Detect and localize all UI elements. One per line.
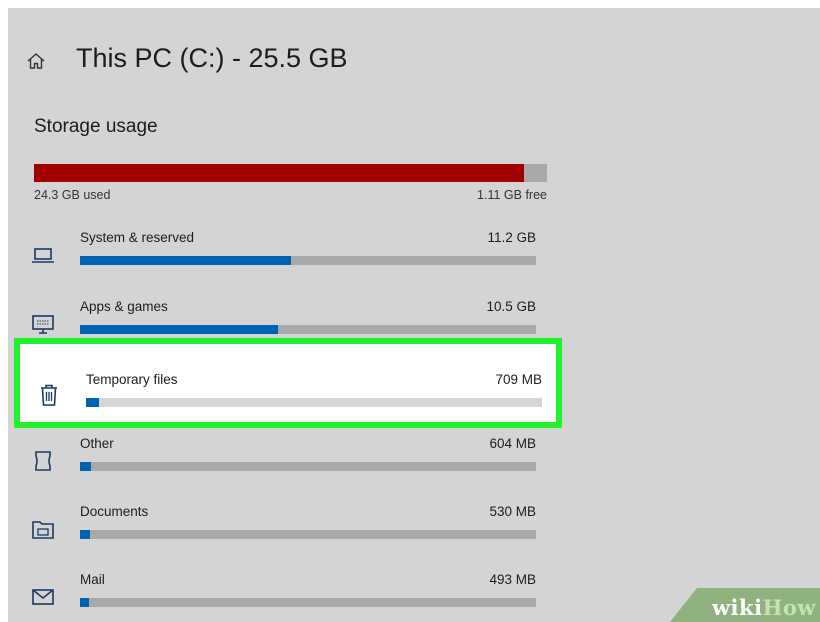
category-size: 11.2 GB <box>487 230 536 245</box>
category-bar-fill <box>80 598 90 607</box>
category-other[interactable]: Other 604 MB <box>8 436 568 504</box>
total-storage-bar <box>34 164 547 182</box>
used-storage-fill <box>34 164 525 182</box>
highlight-box: Temporary files 709 MB <box>14 338 562 428</box>
section-title: Storage usage <box>34 116 158 137</box>
category-bar-fill <box>80 325 279 334</box>
category-label: Temporary files <box>86 372 178 387</box>
mail-icon <box>32 589 54 605</box>
category-size: 709 MB <box>495 372 542 387</box>
trash-icon <box>41 384 57 406</box>
page-title: This PC (C:) - 25.5 GB <box>76 43 348 73</box>
laptop-icon <box>32 248 54 263</box>
folder-icon <box>32 521 54 539</box>
category-documents[interactable]: Documents 530 MB <box>8 504 568 572</box>
category-size: 10.5 GB <box>486 299 536 314</box>
other-doc-icon <box>35 451 51 471</box>
monitor-keyboard-icon <box>32 315 54 334</box>
free-storage-label: 1.11 GB free <box>477 188 547 202</box>
category-bar-fill <box>80 530 91 539</box>
category-bar <box>80 325 536 334</box>
category-label: Documents <box>80 504 149 519</box>
wikihow-wiki-text: wiki <box>711 595 763 620</box>
category-system-reserved[interactable]: System & reserved 11.2 GB <box>8 230 568 298</box>
category-size: 493 MB <box>489 572 536 587</box>
wikihow-how-text: How <box>762 595 816 620</box>
category-bar-fill <box>86 398 99 407</box>
category-bar-fill <box>80 256 292 265</box>
category-bar <box>80 462 536 471</box>
wikihow-watermark: wikiHow <box>670 588 820 622</box>
category-size: 530 MB <box>489 504 536 519</box>
home-icon[interactable] <box>26 51 46 71</box>
category-mail[interactable]: Mail 493 MB <box>8 572 568 622</box>
storage-settings-panel: This PC (C:) - 25.5 GB Storage usage 24.… <box>8 8 820 622</box>
category-bar <box>80 256 536 265</box>
category-bar <box>80 598 536 607</box>
used-storage-label: 24.3 GB used <box>34 188 111 202</box>
wikihow-logo-text: wikiHow <box>712 595 816 620</box>
category-label: Mail <box>80 572 105 587</box>
category-bar <box>80 530 536 539</box>
category-temporary-files[interactable]: Temporary files 709 MB <box>14 372 574 440</box>
category-bar-fill <box>80 462 91 471</box>
category-label: Apps & games <box>80 299 168 314</box>
category-size: 604 MB <box>489 436 536 451</box>
category-label: System & reserved <box>80 230 195 245</box>
category-bar <box>86 398 542 407</box>
category-label: Other <box>80 436 114 451</box>
